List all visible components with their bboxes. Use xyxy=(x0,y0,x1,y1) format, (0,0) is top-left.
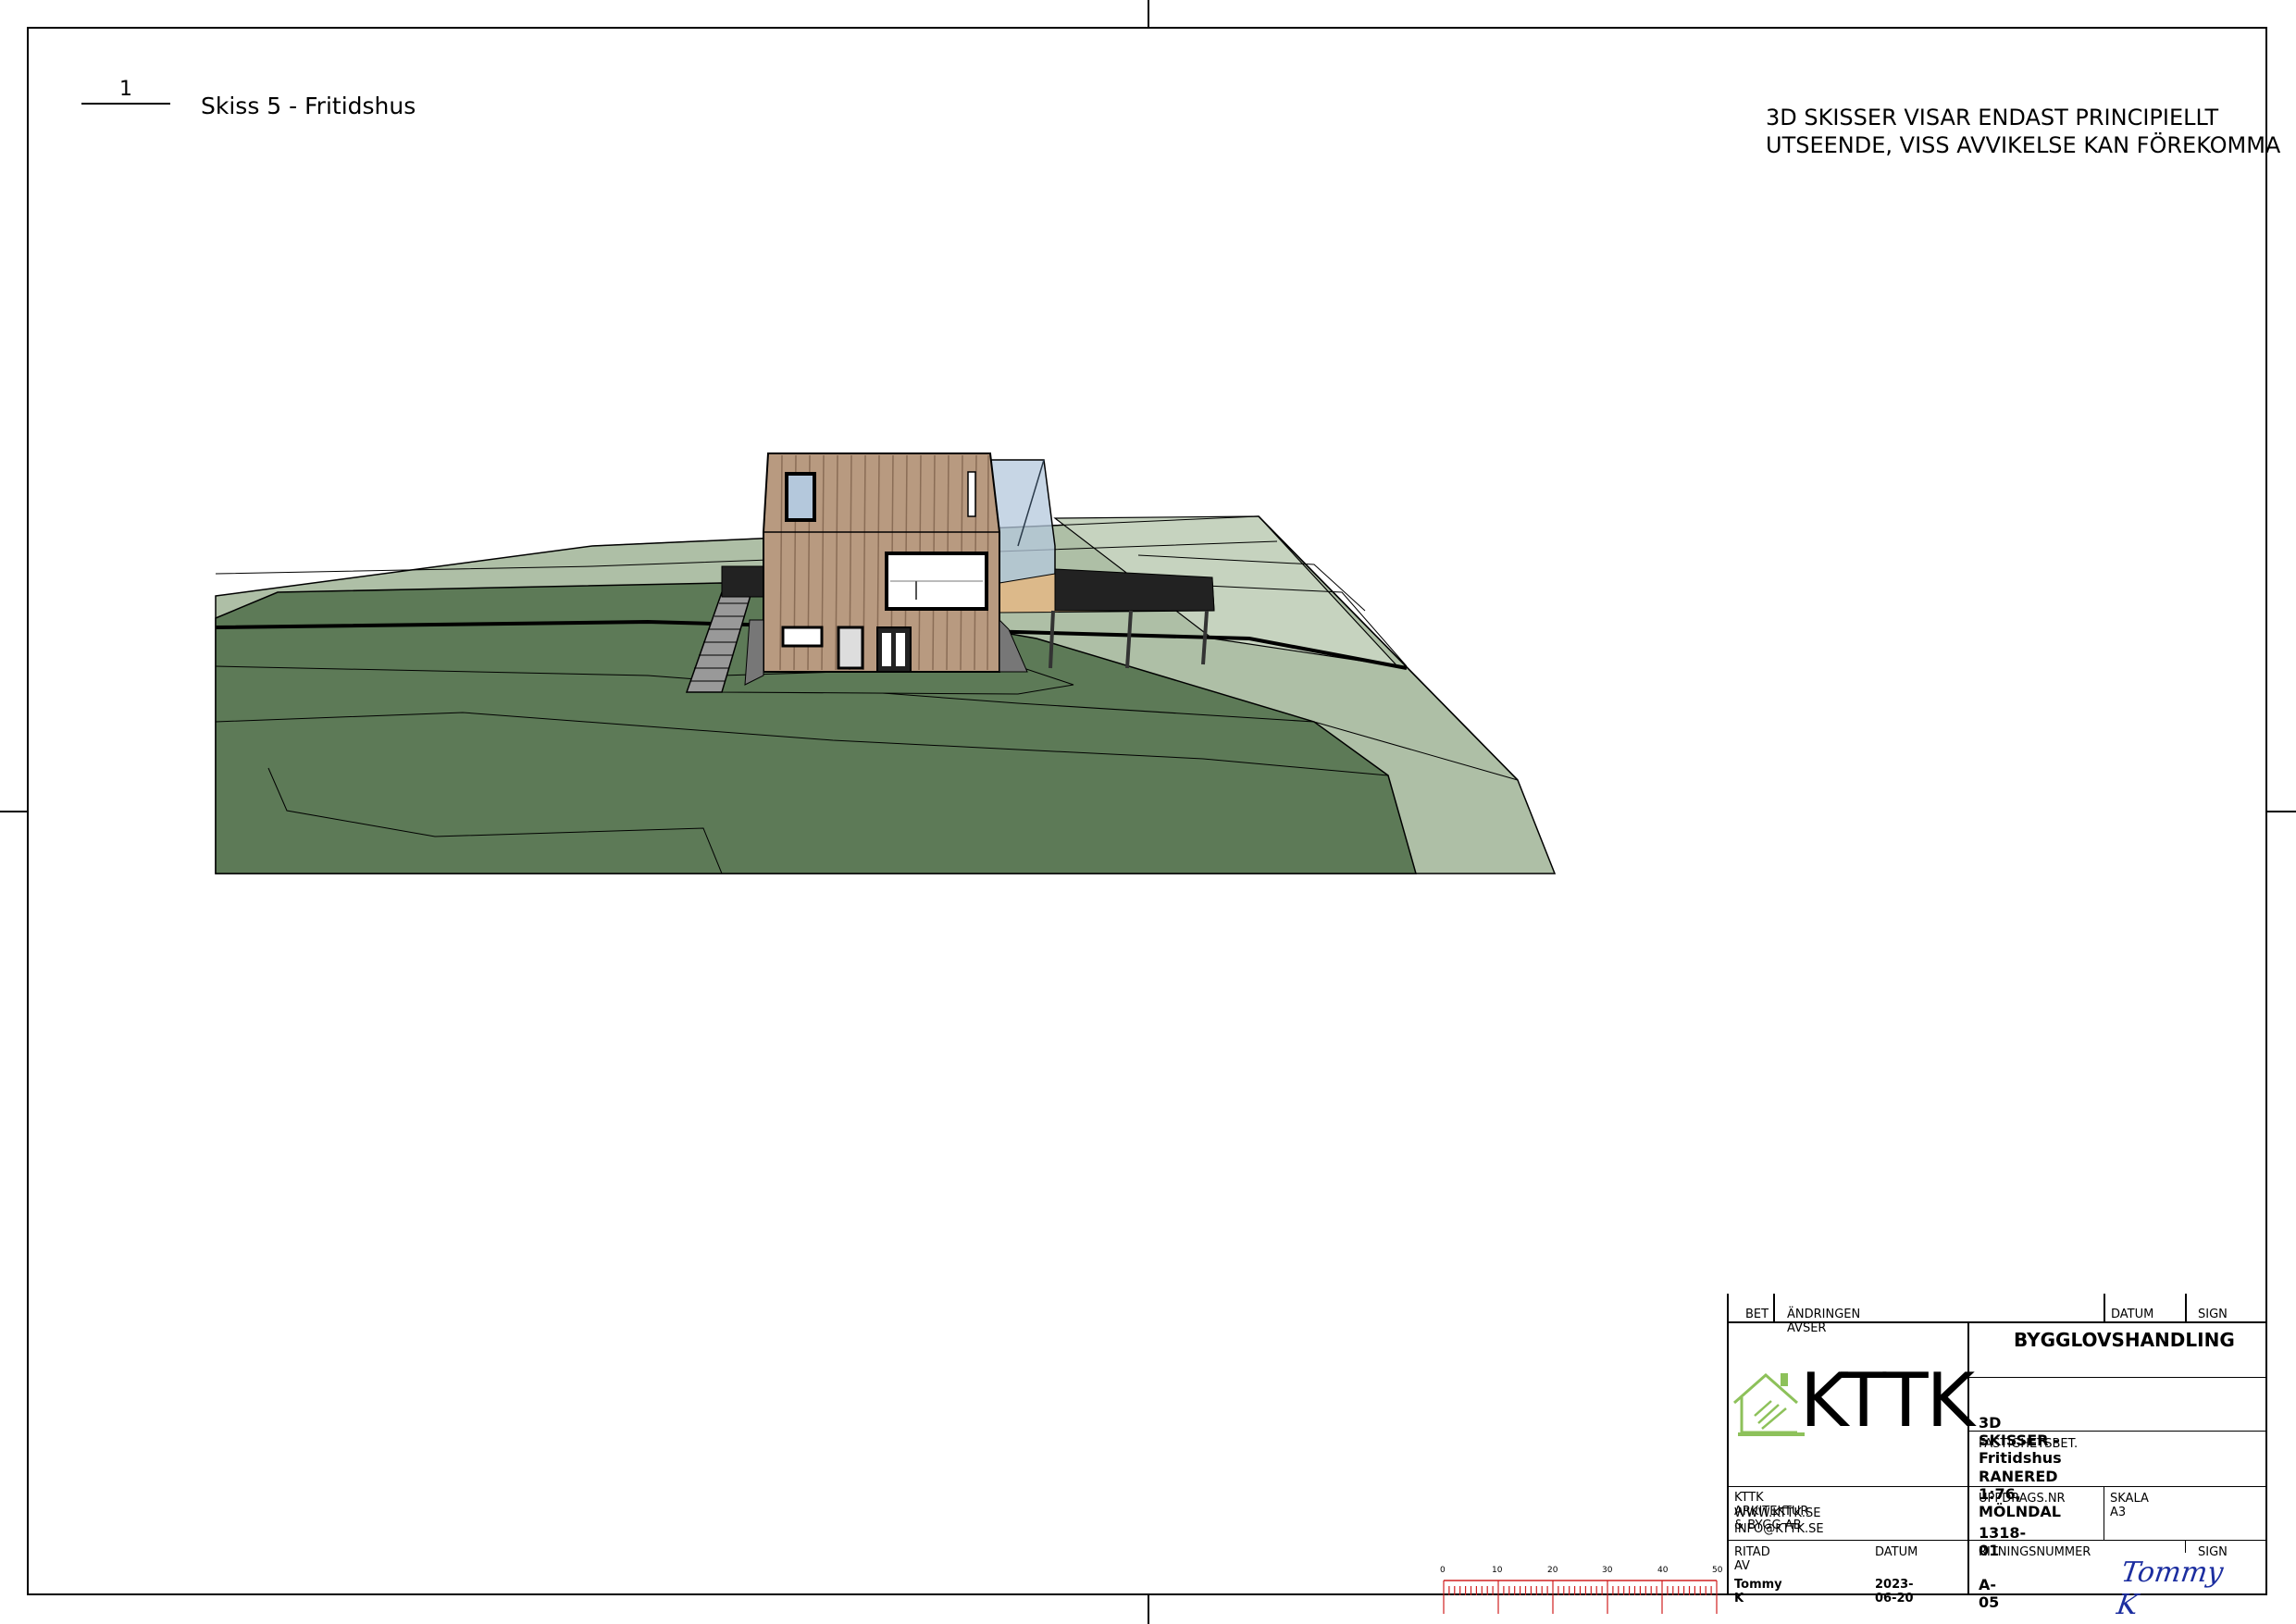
scale-label: 50 xyxy=(1712,1566,1723,1575)
scale-label: 20 xyxy=(1547,1566,1558,1575)
property-label: FASTIGHETSBET. xyxy=(1979,1437,2079,1451)
drawn-by-value: Tommy K xyxy=(1734,1578,1782,1605)
scale-label: 30 xyxy=(1602,1566,1613,1575)
date-value: 2023-06-20 xyxy=(1875,1578,1914,1605)
date-label: DATUM xyxy=(1875,1545,1918,1559)
rev-header-change: ÄNDRINGEN AVSER xyxy=(1787,1308,1861,1335)
scale-label-text: SKALA A3 xyxy=(2110,1492,2149,1519)
scale-bar xyxy=(1443,1580,1718,1614)
rev-header-bet: BET xyxy=(1745,1308,1769,1321)
drawn-by-label: RITAD AV xyxy=(1734,1545,1770,1573)
drawing-no-label: RITNINGSNUMMER xyxy=(1979,1545,2091,1559)
rev-header-sign: SIGN xyxy=(2198,1308,2228,1321)
house-logo-icon xyxy=(1733,1372,1798,1434)
scale-label: 40 xyxy=(1657,1566,1669,1575)
assignment-label: UPPDRAGS.NR xyxy=(1979,1492,2066,1506)
company-logo-text: KTTK xyxy=(1800,1357,1975,1444)
stage-title: BYGGLOVSHANDLING xyxy=(2014,1329,2235,1351)
signature: Tommy K xyxy=(2115,1556,2226,1621)
entry-block xyxy=(721,565,764,598)
scale-label: 0 xyxy=(1440,1566,1446,1575)
company-email: INFO@KTTK.SE xyxy=(1734,1522,1824,1536)
drawing-no-value: A-05 xyxy=(1979,1576,2000,1611)
rev-header-date: DATUM xyxy=(2111,1308,2154,1321)
company-web: WWW.KTTK.SE xyxy=(1734,1506,1821,1520)
house-volume xyxy=(744,452,1028,686)
logo-underline xyxy=(1738,1432,1805,1436)
scale-label: 10 xyxy=(1492,1566,1503,1575)
